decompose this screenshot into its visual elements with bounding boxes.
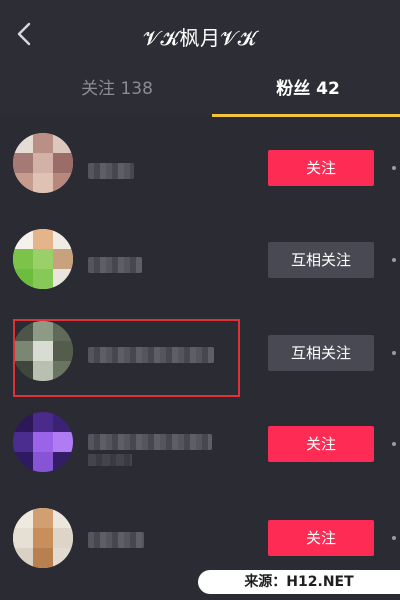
- fan-row[interactable]: 关注: [0, 117, 400, 209]
- nickname-blurred-detail: [88, 454, 132, 466]
- nickname-blurred: [88, 163, 134, 179]
- follow-button[interactable]: 关注: [268, 150, 374, 186]
- more-icon[interactable]: [392, 442, 396, 446]
- tab-bar: 关注 138 粉丝 42: [0, 62, 400, 117]
- tab-following[interactable]: 关注 138: [72, 76, 162, 102]
- highlight-box: [13, 319, 240, 397]
- page-title: 𝓥𝓚枫月𝓥𝓚: [143, 26, 257, 50]
- source-watermark: 来源：H12.NET: [198, 570, 400, 594]
- fan-row[interactable]: 关注: [0, 396, 400, 488]
- more-icon[interactable]: [392, 536, 396, 540]
- nickname-blurred: [88, 532, 144, 548]
- follow-button[interactable]: 关注: [268, 426, 374, 462]
- avatar[interactable]: [13, 229, 73, 289]
- nickname-blurred: [88, 434, 212, 450]
- fan-row[interactable]: 互相关注: [0, 213, 400, 305]
- avatar[interactable]: [13, 508, 73, 568]
- fan-row[interactable]: 关注: [0, 490, 400, 582]
- more-icon[interactable]: [392, 351, 396, 355]
- avatar[interactable]: [13, 133, 73, 193]
- top-bar: 𝓥𝓚枫月𝓥𝓚: [0, 0, 400, 70]
- follow-button[interactable]: 关注: [268, 520, 374, 556]
- more-icon[interactable]: [392, 258, 396, 262]
- avatar[interactable]: [13, 412, 73, 472]
- more-icon[interactable]: [392, 166, 396, 170]
- tab-fans[interactable]: 粉丝 42: [258, 76, 358, 102]
- mutual-follow-button[interactable]: 互相关注: [268, 335, 374, 371]
- mutual-follow-button[interactable]: 互相关注: [268, 242, 374, 278]
- nickname-blurred: [88, 257, 142, 273]
